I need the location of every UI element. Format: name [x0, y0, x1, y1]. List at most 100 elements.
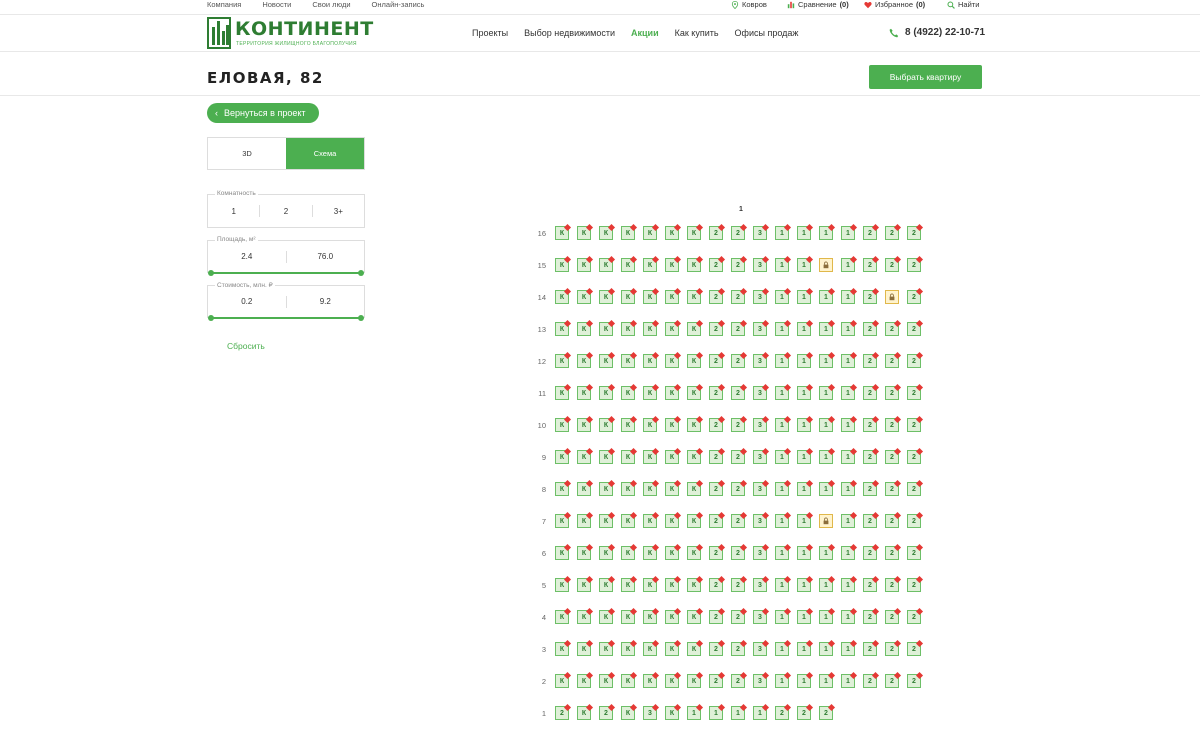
apartment-cell[interactable]: К: [599, 546, 613, 560]
rooms-option-3plus[interactable]: 3+: [313, 207, 364, 216]
apartment-cell[interactable]: К: [687, 450, 701, 464]
apartment-cell[interactable]: 3: [753, 322, 767, 336]
apartment-cell[interactable]: 1: [841, 354, 855, 368]
apartment-cell[interactable]: К: [577, 578, 591, 592]
apartment-cell[interactable]: 2: [907, 226, 921, 240]
apartment-cell[interactable]: К: [665, 610, 679, 624]
apartment-cell[interactable]: 1: [819, 610, 833, 624]
apartment-cell-reserved[interactable]: [885, 290, 899, 304]
apartment-cell[interactable]: 2: [907, 258, 921, 272]
apartment-cell[interactable]: 2: [907, 450, 921, 464]
apartment-cell[interactable]: К: [555, 386, 569, 400]
apartment-cell[interactable]: К: [577, 706, 591, 720]
apartment-cell[interactable]: К: [687, 642, 701, 656]
apartment-cell[interactable]: 2: [775, 706, 789, 720]
apartment-cell[interactable]: К: [665, 322, 679, 336]
apartment-cell[interactable]: К: [621, 482, 635, 496]
apartment-cell[interactable]: 3: [753, 450, 767, 464]
apartment-cell[interactable]: 1: [775, 610, 789, 624]
apartment-cell[interactable]: 2: [863, 322, 877, 336]
apartment-cell[interactable]: К: [577, 546, 591, 560]
apartment-cell[interactable]: 1: [819, 578, 833, 592]
rooms-option-1[interactable]: 1: [208, 207, 259, 216]
apartment-cell[interactable]: К: [621, 322, 635, 336]
apartment-cell[interactable]: К: [665, 258, 679, 272]
favorites-link[interactable]: Избранное (0): [864, 0, 925, 9]
apartment-cell[interactable]: 1: [775, 258, 789, 272]
apartment-cell[interactable]: К: [643, 322, 657, 336]
compare-link[interactable]: Сравнение (0): [787, 0, 849, 9]
apartment-cell[interactable]: К: [687, 386, 701, 400]
apartment-cell[interactable]: 3: [753, 290, 767, 304]
apartment-cell[interactable]: 2: [731, 546, 745, 560]
apartment-cell[interactable]: К: [687, 322, 701, 336]
apartment-cell[interactable]: 3: [753, 386, 767, 400]
apartment-cell[interactable]: К: [577, 450, 591, 464]
apartment-cell[interactable]: 2: [863, 514, 877, 528]
apartment-cell[interactable]: 2: [797, 706, 811, 720]
apartment-cell[interactable]: К: [599, 514, 613, 528]
apartment-cell[interactable]: К: [621, 418, 635, 432]
apartment-cell[interactable]: К: [577, 258, 591, 272]
apartment-cell[interactable]: 2: [863, 578, 877, 592]
apartment-cell[interactable]: 1: [775, 354, 789, 368]
apartment-cell[interactable]: 2: [863, 642, 877, 656]
apartment-cell[interactable]: 2: [709, 610, 723, 624]
apartment-cell[interactable]: 1: [797, 610, 811, 624]
apartment-cell[interactable]: 1: [797, 578, 811, 592]
apartment-cell[interactable]: К: [643, 514, 657, 528]
apartment-cell[interactable]: К: [555, 322, 569, 336]
apartment-cell[interactable]: 2: [709, 322, 723, 336]
apartment-cell[interactable]: 2: [731, 482, 745, 496]
apartment-cell[interactable]: К: [555, 514, 569, 528]
nav-how-to-buy[interactable]: Как купить: [675, 28, 719, 38]
apartment-cell[interactable]: К: [555, 482, 569, 496]
apartment-cell-reserved[interactable]: [819, 258, 833, 272]
apartment-cell[interactable]: К: [643, 354, 657, 368]
apartment-cell[interactable]: 2: [709, 418, 723, 432]
apartment-cell[interactable]: 2: [731, 578, 745, 592]
apartment-cell[interactable]: 3: [753, 482, 767, 496]
apartment-cell[interactable]: 3: [753, 418, 767, 432]
apartment-cell[interactable]: 2: [731, 290, 745, 304]
apartment-cell[interactable]: 1: [841, 514, 855, 528]
apartment-cell[interactable]: 1: [841, 226, 855, 240]
apartment-cell[interactable]: 1: [841, 386, 855, 400]
apartment-cell[interactable]: 2: [709, 674, 723, 688]
rooms-option-2[interactable]: 2: [260, 207, 311, 216]
apartment-cell[interactable]: К: [577, 418, 591, 432]
apartment-cell[interactable]: К: [643, 386, 657, 400]
apartment-cell[interactable]: 2: [731, 322, 745, 336]
apartment-cell[interactable]: 2: [709, 482, 723, 496]
apartment-cell[interactable]: 1: [819, 642, 833, 656]
apartment-cell[interactable]: К: [599, 354, 613, 368]
apartment-cell[interactable]: 1: [797, 418, 811, 432]
apartment-cell[interactable]: 3: [753, 226, 767, 240]
apartment-cell[interactable]: К: [555, 546, 569, 560]
apartment-cell[interactable]: К: [621, 642, 635, 656]
apartment-cell[interactable]: К: [577, 674, 591, 688]
apartment-cell[interactable]: 2: [731, 354, 745, 368]
apartment-cell[interactable]: К: [599, 482, 613, 496]
apartment-cell[interactable]: 1: [819, 418, 833, 432]
apartment-cell[interactable]: К: [643, 418, 657, 432]
phone-link[interactable]: 8 (4922) 22-10-71: [889, 27, 985, 38]
apartment-cell[interactable]: К: [599, 642, 613, 656]
apartment-cell[interactable]: К: [621, 258, 635, 272]
apartment-cell[interactable]: 1: [841, 450, 855, 464]
apartment-cell[interactable]: К: [599, 386, 613, 400]
apartment-cell[interactable]: К: [687, 258, 701, 272]
apartment-cell[interactable]: К: [621, 546, 635, 560]
apartment-cell[interactable]: К: [599, 226, 613, 240]
area-max-input[interactable]: 76.0: [287, 252, 365, 261]
apartment-cell[interactable]: 2: [863, 546, 877, 560]
apartment-cell[interactable]: К: [643, 226, 657, 240]
apartment-cell[interactable]: К: [665, 578, 679, 592]
apartment-cell[interactable]: 2: [907, 546, 921, 560]
apartment-cell[interactable]: 2: [863, 482, 877, 496]
apartment-cell[interactable]: 3: [753, 578, 767, 592]
nav-property-selection[interactable]: Выбор недвижимости: [524, 28, 615, 38]
apartment-cell[interactable]: К: [621, 450, 635, 464]
apartment-cell[interactable]: 2: [907, 354, 921, 368]
apartment-cell[interactable]: 2: [731, 642, 745, 656]
